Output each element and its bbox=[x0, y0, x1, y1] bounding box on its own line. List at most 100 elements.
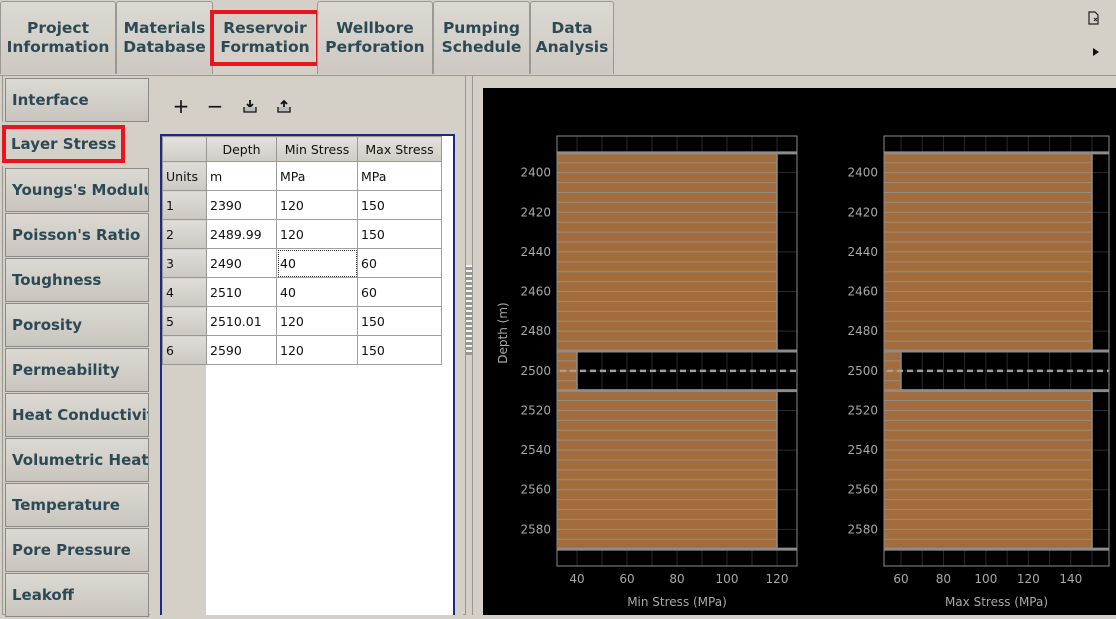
row-header[interactable]: 6 bbox=[162, 335, 207, 365]
y-tick-label: 2500 bbox=[520, 364, 551, 378]
minus-icon: − bbox=[206, 94, 224, 118]
column-header-min-stress[interactable]: Min Stress bbox=[276, 136, 358, 162]
y-axis-label: Depth (m) bbox=[496, 302, 510, 363]
tab-reservoir-formation[interactable]: Reservoir Formation bbox=[210, 0, 320, 77]
sidebar-item-interface[interactable]: Interface bbox=[5, 78, 149, 122]
tab-materials-database[interactable]: Materials Database bbox=[116, 1, 213, 74]
sidebar-item-label: Leakoff bbox=[12, 586, 74, 604]
sidebar-item-label: Temperature bbox=[12, 496, 120, 514]
min-stress-cell[interactable]: 40 bbox=[276, 277, 358, 307]
y-tick-label: 2480 bbox=[520, 324, 551, 338]
x-tick-label: 120 bbox=[766, 572, 789, 586]
x-tick-label: 100 bbox=[716, 572, 739, 586]
sidebar-item-label: Interface bbox=[12, 91, 89, 109]
max-stress-cell[interactable]: 150 bbox=[357, 219, 442, 249]
depth-cell[interactable]: 2510.01 bbox=[206, 306, 277, 336]
add-row-button[interactable]: + bbox=[170, 94, 192, 118]
sidebar-item-volumetric-heat-capacity[interactable]: Volumetric Heat Capacity bbox=[5, 438, 149, 482]
y-tick-label: 2460 bbox=[520, 285, 551, 299]
min-stress-cell-selected[interactable]: 40 bbox=[276, 248, 358, 278]
table-row: 1 2390 120 150 bbox=[162, 190, 442, 220]
min-stress-cell[interactable]: 120 bbox=[276, 335, 358, 365]
min-stress-cell[interactable]: 120 bbox=[276, 190, 358, 220]
y-tick-label: 2420 bbox=[847, 205, 878, 219]
row-header[interactable]: 1 bbox=[162, 190, 207, 220]
sidebar-item-toughness[interactable]: Toughness bbox=[5, 258, 149, 302]
sidebar-item-heat-conductivity[interactable]: Heat Conductivity bbox=[5, 393, 149, 437]
remove-row-button[interactable]: − bbox=[204, 94, 226, 118]
sidebar-item-label: Permeability bbox=[12, 361, 120, 379]
sidebar-item-youngs-modulus[interactable]: Youngs's Modulus bbox=[5, 168, 149, 212]
tab-project-information[interactable]: Project Information bbox=[0, 1, 116, 74]
x-axis-label: Min Stress (MPa) bbox=[627, 595, 727, 609]
corner-header bbox=[162, 136, 207, 162]
tab-label: Project Information bbox=[6, 19, 110, 56]
row-header[interactable]: 5 bbox=[162, 306, 207, 336]
depth-cell[interactable]: 2390 bbox=[206, 190, 277, 220]
min-stress-cell[interactable]: 120 bbox=[276, 219, 358, 249]
sidebar-item-leakoff[interactable]: Leakoff bbox=[5, 573, 149, 617]
sidebar-item-porosity[interactable]: Porosity bbox=[5, 303, 149, 347]
units-row: Units m MPa MPa bbox=[162, 161, 442, 191]
sidebar-item-label: Volumetric Heat Capacity bbox=[12, 451, 149, 469]
sidebar-item-pore-pressure[interactable]: Pore Pressure bbox=[5, 528, 149, 572]
sidebar-item-layer-stress[interactable]: Layer Stress bbox=[0, 122, 126, 166]
table-row: 5 2510.01 120 150 bbox=[162, 306, 442, 336]
depth-cell[interactable]: 2510 bbox=[206, 277, 277, 307]
y-tick-label: 2440 bbox=[847, 245, 878, 259]
y-tick-label: 2540 bbox=[847, 443, 878, 457]
y-tick-label: 2520 bbox=[520, 403, 551, 417]
row-header[interactable]: 3 bbox=[162, 248, 207, 278]
tab-label: Wellbore Perforation bbox=[325, 19, 425, 56]
table-row: 4 2510 40 60 bbox=[162, 277, 442, 307]
sidebar-item-poissons-ratio[interactable]: Poisson's Ratio bbox=[5, 213, 149, 257]
chart-canvas: 2400 2420 2440 2460 2480 2500 2520 2540 2560 2580… bbox=[483, 88, 1116, 615]
tab-label: Materials Database bbox=[123, 19, 206, 56]
depth-cell[interactable]: 2489.99 bbox=[206, 219, 277, 249]
column-header-max-stress[interactable]: Max Stress bbox=[357, 136, 442, 162]
tab-wellbore-perforation[interactable]: Wellbore Perforation bbox=[317, 1, 433, 74]
max-stress-cell[interactable]: 60 bbox=[357, 248, 442, 278]
row-header[interactable]: 4 bbox=[162, 277, 207, 307]
max-stress-cell[interactable]: 150 bbox=[357, 335, 442, 365]
row-header[interactable]: 2 bbox=[162, 219, 207, 249]
tab-data-analysis[interactable]: Data Analysis bbox=[530, 1, 614, 74]
main-tab-bar: Project Information Materials Database R… bbox=[0, 0, 1116, 77]
sidebar-item-label: Poisson's Ratio bbox=[12, 226, 141, 244]
max-stress-cell[interactable]: 150 bbox=[357, 306, 442, 336]
sidebar-item-label: Youngs's Modulus bbox=[12, 181, 149, 199]
tab-pumping-schedule[interactable]: Pumping Schedule bbox=[433, 1, 530, 74]
export-button[interactable] bbox=[273, 94, 295, 118]
sidebar-item-permeability[interactable]: Permeability bbox=[5, 348, 149, 392]
x-tick-label: 120 bbox=[1017, 572, 1040, 586]
units-cell-min-stress[interactable]: MPa bbox=[276, 161, 358, 191]
import-button[interactable] bbox=[239, 94, 261, 118]
sidebar-item-temperature[interactable]: Temperature bbox=[5, 483, 149, 527]
x-tick-label: 40 bbox=[569, 572, 584, 586]
units-cell-max-stress[interactable]: MPa bbox=[357, 161, 442, 191]
depth-cell[interactable]: 2590 bbox=[206, 335, 277, 365]
y-tick-label: 2560 bbox=[847, 483, 878, 497]
min-stress-cell[interactable]: 120 bbox=[276, 306, 358, 336]
y-tick-label: 2560 bbox=[520, 483, 551, 497]
depth-cell[interactable]: 2490 bbox=[206, 248, 277, 278]
sidebar-item-label: Toughness bbox=[12, 271, 102, 289]
y-tick-label: 2420 bbox=[520, 205, 551, 219]
x-tick-label: 60 bbox=[619, 572, 634, 586]
document-icon[interactable] bbox=[1088, 11, 1100, 28]
tab-label: Data Analysis bbox=[535, 19, 609, 56]
y-tick-label: 2520 bbox=[847, 403, 878, 417]
layer-stress-table: Depth Min Stress Max Stress Units m MPa … bbox=[160, 134, 455, 615]
arrow-right-icon[interactable] bbox=[1092, 46, 1100, 60]
row-header-units[interactable]: Units bbox=[162, 161, 207, 191]
x-tick-label: 80 bbox=[669, 572, 684, 586]
y-tick-label: 2500 bbox=[847, 364, 878, 378]
column-header-depth[interactable]: Depth bbox=[206, 136, 277, 162]
sidebar-item-label: Layer Stress bbox=[2, 125, 126, 163]
units-cell-depth[interactable]: m bbox=[206, 161, 277, 191]
export-icon bbox=[277, 99, 291, 113]
max-stress-cell[interactable]: 150 bbox=[357, 190, 442, 220]
sidebar-item-label: Pore Pressure bbox=[12, 541, 131, 559]
max-stress-cell[interactable]: 60 bbox=[357, 277, 442, 307]
table-row: 2 2489.99 120 150 bbox=[162, 219, 442, 249]
